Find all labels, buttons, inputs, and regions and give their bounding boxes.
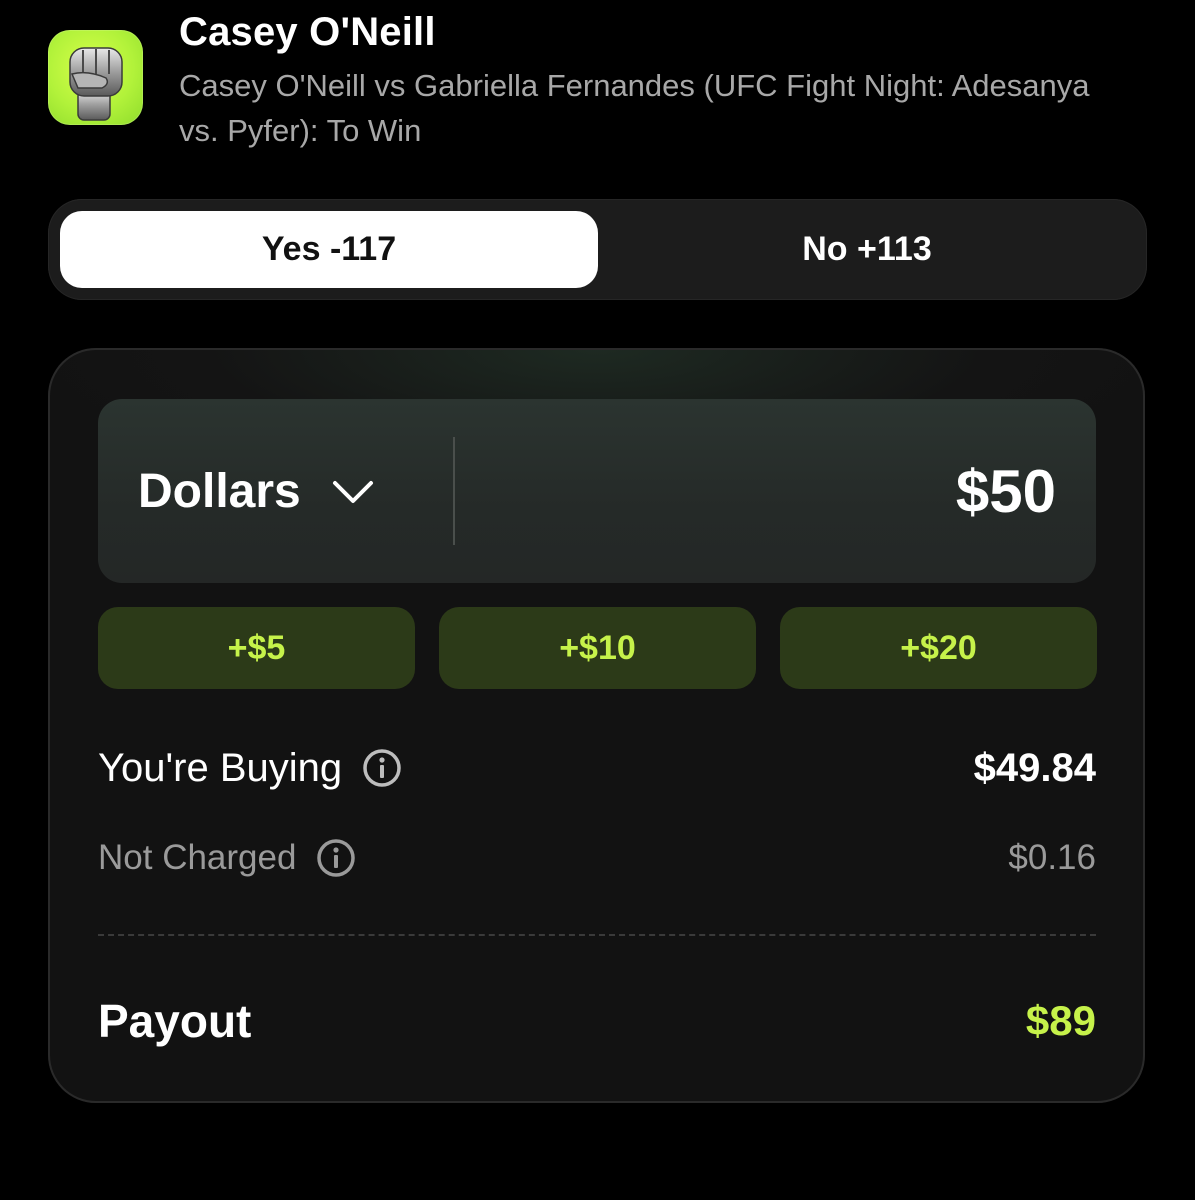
chevron-down-icon (332, 481, 373, 503)
buying-label: You're Buying (98, 745, 343, 790)
info-icon[interactable] (316, 838, 356, 878)
market-subtitle: Casey O'Neill vs Gabriella Fernandes (UF… (179, 68, 1090, 148)
unit-dropdown[interactable]: Dollars (138, 399, 375, 583)
amount-input-box: Dollars $50 (98, 399, 1096, 583)
not-charged-label: Not Charged (98, 838, 297, 877)
buying-value: $49.84 (973, 745, 1096, 790)
amount-input[interactable]: $50 (956, 399, 1056, 583)
yes-option-button[interactable]: Yes -117 (60, 211, 598, 288)
order-card: Dollars $50 +$5 +$10 +$20 You're Buying … (48, 348, 1145, 1103)
add-10-button[interactable]: +$10 (439, 607, 756, 689)
payout-label: Payout (98, 995, 252, 1047)
not-charged-value: $0.16 (1008, 838, 1096, 877)
add-20-button[interactable]: +$20 (780, 607, 1097, 689)
divider (98, 934, 1096, 936)
amount-divider (453, 437, 455, 545)
add-5-button[interactable]: +$5 (98, 607, 415, 689)
market-title: Casey O'Neill (179, 10, 436, 54)
fist-icon (48, 30, 143, 125)
yes-no-toggle: Yes -117 No +113 (48, 199, 1147, 300)
payout-value: $89 (1025, 997, 1096, 1044)
info-icon[interactable] (362, 748, 402, 788)
market-header: Casey O'Neill Casey O'Neill vs Gabriella… (48, 8, 1148, 158)
buying-row: You're Buying $49.84 (98, 741, 1096, 795)
not-charged-row: Not Charged $0.16 (98, 834, 1096, 882)
quick-add-row: +$5 +$10 +$20 (98, 607, 1097, 689)
no-option-button[interactable]: No +113 (598, 211, 1136, 288)
payout-row: Payout $89 (98, 991, 1096, 1051)
unit-label: Dollars (138, 464, 301, 518)
